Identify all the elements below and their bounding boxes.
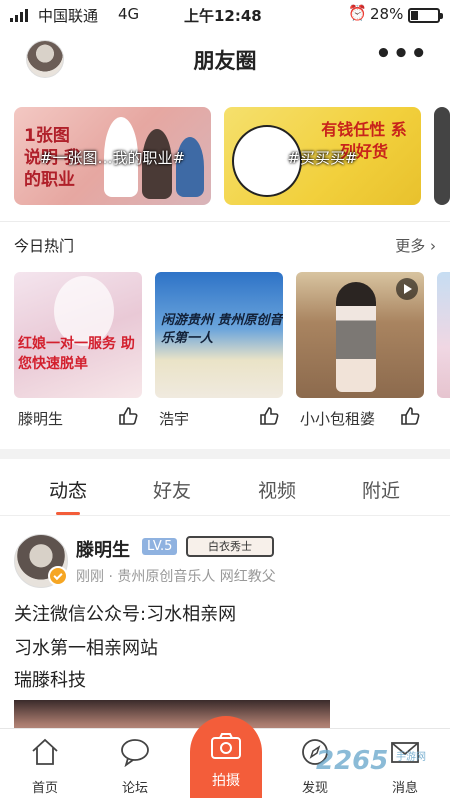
battery-fill — [411, 11, 419, 20]
hot-card[interactable]: 红娘一对一服务 助您快速脱单 滕明生 — [14, 272, 142, 428]
level-badge: LV.5 — [142, 538, 178, 555]
tab-dynamic[interactable]: 动态 — [28, 476, 108, 503]
clock: 上午12:48 — [184, 7, 262, 25]
chat-bubble-icon — [121, 739, 149, 767]
post-author-name[interactable]: 滕明生 — [76, 536, 130, 562]
network-type: 4G — [118, 5, 140, 23]
hot-card-author: 浩宇 — [159, 410, 190, 428]
person-photo — [336, 282, 376, 392]
battery-icon — [408, 8, 443, 23]
topic-banner-3[interactable] — [434, 107, 450, 205]
hot-card-art-text: 红娘一对一服务 助您快速脱单 — [18, 336, 135, 372]
nav-forum[interactable]: 论坛 — [100, 729, 170, 798]
hot-card-image — [437, 272, 450, 398]
signal-icon — [10, 9, 28, 22]
status-bar: 中国联通 4G 上午12:48 ⏰ 28% — [0, 0, 450, 30]
home-icon — [32, 738, 58, 765]
hot-card-author: 滕明生 — [18, 410, 64, 428]
tab-nearby[interactable]: 附近 — [341, 476, 421, 503]
hot-card[interactable]: 小 — [437, 272, 450, 398]
watermark-subtext: 手游网 — [396, 752, 426, 763]
post-text-line: 习水第一相亲网站 — [14, 638, 158, 659]
play-icon — [396, 278, 418, 300]
verified-badge-icon — [48, 566, 68, 586]
hot-card[interactable]: 闲游贵州 贵州原创音乐第一人 浩宇 — [155, 272, 283, 428]
more-menu-button[interactable]: ••• — [375, 39, 428, 69]
hot-card-author: 小小包租婆 — [300, 410, 376, 428]
hot-card-image: 红娘一对一服务 助您快速脱单 — [14, 272, 142, 398]
thumbs-up-icon[interactable] — [118, 406, 138, 426]
nav-label: 发现 — [301, 781, 328, 796]
watermark-logo: 2265 — [316, 746, 389, 776]
active-tab-indicator — [56, 512, 80, 515]
nav-label: 消息 — [391, 781, 418, 796]
nav-label: 论坛 — [121, 781, 148, 796]
hot-card-image — [296, 272, 424, 398]
alarm-icon: ⏰ — [348, 4, 367, 22]
thumbs-up-icon[interactable] — [259, 406, 279, 426]
nav-label: 拍摄 — [212, 773, 240, 789]
section-separator — [0, 449, 450, 459]
tab-friends[interactable]: 好友 — [132, 476, 212, 503]
post-text-line: 瑞滕科技 — [14, 670, 86, 691]
carrier-name: 中国联通 — [38, 7, 99, 25]
topic-banner-2[interactable]: 有钱任性 系列好货 #买买买# — [224, 107, 421, 205]
nav-label: 首页 — [31, 781, 58, 796]
divider — [0, 221, 450, 222]
banner-caption: #买买买# — [287, 149, 358, 167]
nav-capture-button[interactable]: 拍摄 — [190, 716, 262, 798]
tab-videos[interactable]: 视频 — [237, 476, 317, 503]
app-header: 朋友圈 ••• — [0, 34, 450, 88]
hot-card-image: 闲游贵州 贵州原创音乐第一人 — [155, 272, 283, 398]
hot-more-link[interactable]: 更多 › — [395, 235, 436, 256]
battery-percent: 28% — [370, 5, 404, 23]
post-text-line: 关注微信公众号:习水相亲网 — [14, 604, 237, 625]
topic-banner-1[interactable]: 1张图说明 我的职业 #一张图…我的职业# — [14, 107, 211, 205]
banner-caption: #一张图…我的职业# — [39, 149, 186, 167]
post-meta: 刚刚 · 贵州原创音乐人 网红教父 — [76, 569, 276, 585]
hot-section-title: 今日热门 — [14, 237, 75, 255]
nav-home[interactable]: 首页 — [10, 729, 80, 798]
camera-icon — [211, 733, 241, 759]
thumbs-up-icon[interactable] — [400, 406, 420, 426]
title-badge: 白衣秀士 — [186, 536, 274, 557]
hot-card-art-text: 闲游贵州 贵州原创音乐第一人 — [161, 313, 283, 346]
feed-tabs: 动态 好友 视频 附近 — [0, 460, 450, 516]
hot-card[interactable]: 小小包租婆 — [296, 272, 424, 428]
